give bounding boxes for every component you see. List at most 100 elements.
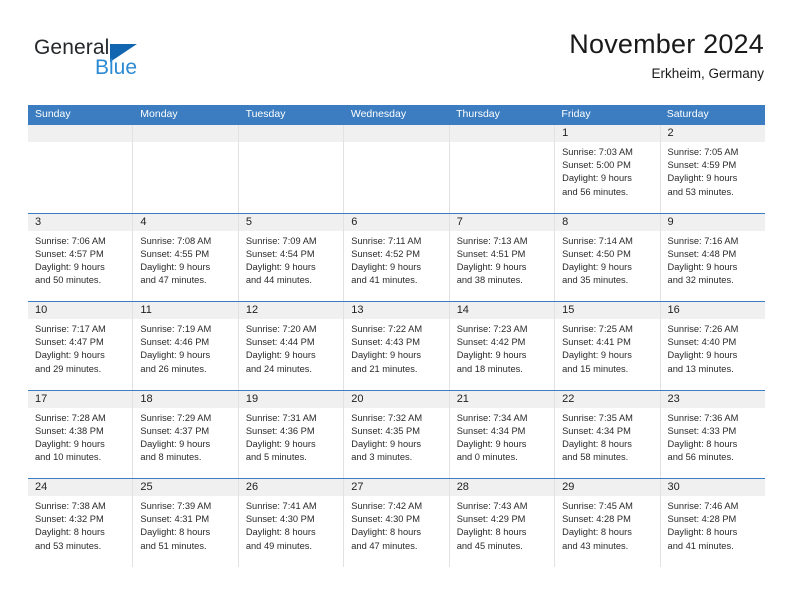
day-cell[interactable]: 30 Sunrise: 7:46 AM Sunset: 4:28 PM Dayligh…	[660, 479, 765, 567]
day-sun-info: Sunrise: 7:23 AM Sunset: 4:42 PM Daylight:…	[450, 319, 554, 376]
day-cell[interactable]: 3 Sunrise: 7:06 AM Sunset: 4:57 PM Daylight…	[28, 213, 134, 301]
daylight-duration-line1: Daylight: 9 hours	[667, 350, 738, 361]
daylight-duration-line1: Daylight: 8 hours	[35, 527, 105, 538]
day-cell[interactable]: 4 Sunrise: 7:08 AM Sunset: 4:55 PM Daylight…	[133, 213, 239, 301]
sunset-time: Sunset: 4:29 PM	[456, 514, 526, 525]
daylight-duration-line1: Daylight: 8 hours	[245, 527, 316, 538]
daylight-duration-line1: Daylight: 8 hours	[456, 527, 527, 538]
daylight-duration-line1: Daylight: 9 hours	[140, 350, 211, 361]
day-cell[interactable]: 26 Sunrise: 7:41 AM Sunset: 4:30 PM Dayligh…	[238, 479, 345, 567]
daylight-duration-line2: and 47 minutes.	[140, 275, 207, 286]
sunrise-time: Sunrise: 7:05 AM	[667, 147, 739, 157]
sunset-time: Sunset: 4:32 PM	[35, 514, 104, 525]
sunset-time: Sunset: 4:38 PM	[35, 425, 104, 436]
sunset-time: Sunset: 4:40 PM	[667, 337, 737, 348]
generalblue-logo[interactable]: General Blue	[34, 36, 194, 84]
day-number: 15	[555, 302, 660, 319]
day-cell[interactable]: 7 Sunrise: 7:13 AM Sunset: 4:51 PM Daylight…	[449, 213, 556, 301]
day-cell[interactable]: 22 Sunrise: 7:35 AM Sunset: 4:34 PM Dayligh…	[555, 390, 661, 478]
day-cell[interactable]: 27 Sunrise: 7:42 AM Sunset: 4:30 PM Dayligh…	[344, 479, 450, 567]
day-cell[interactable]: 29 Sunrise: 7:45 AM Sunset: 4:28 PM Dayligh…	[555, 479, 661, 567]
sunset-time: Sunset: 4:57 PM	[35, 248, 104, 259]
day-cell[interactable]: 18 Sunrise: 7:29 AM Sunset: 4:37 PM Dayligh…	[133, 390, 239, 478]
day-cell[interactable]: 19 Sunrise: 7:31 AM Sunset: 4:36 PM Dayligh…	[238, 390, 345, 478]
sunrise-time: Sunrise: 7:03 AM	[562, 147, 633, 157]
day-cell[interactable]: 16 Sunrise: 7:26 AM Sunset: 4:40 PM Dayligh…	[660, 302, 765, 390]
daylight-duration-line1: Daylight: 8 hours	[667, 438, 738, 449]
day-number: 24	[28, 479, 133, 496]
sunset-time: Sunset: 4:41 PM	[562, 337, 631, 348]
sunrise-time: Sunrise: 7:06 AM	[35, 235, 106, 246]
daylight-duration-line2: and 0 minutes.	[456, 452, 518, 463]
day-sun-info: Sunrise: 7:34 AM Sunset: 4:34 PM Daylight:…	[450, 408, 554, 465]
sunrise-time: Sunrise: 7:46 AM	[667, 501, 739, 511]
day-cell[interactable]: 6 Sunrise: 7:11 AM Sunset: 4:52 PM Daylight…	[344, 213, 450, 301]
day-number: 3	[28, 213, 133, 231]
day-cell[interactable]: 15 Sunrise: 7:25 AM Sunset: 4:41 PM Dayligh…	[555, 302, 661, 390]
daylight-duration-line2: and 45 minutes.	[456, 540, 523, 551]
sunrise-time: Sunrise: 7:29 AM	[140, 412, 212, 423]
day-sun-info: Sunrise: 7:17 AM Sunset: 4:47 PM Daylight:…	[28, 319, 132, 376]
day-number	[238, 125, 344, 142]
day-cell[interactable]: 9 Sunrise: 7:16 AM Sunset: 4:48 PM Daylight…	[660, 213, 765, 301]
day-number: 6	[344, 213, 449, 231]
daylight-duration-line1: Daylight: 9 hours	[562, 261, 632, 272]
daylight-duration-line2: and 32 minutes.	[667, 275, 734, 286]
day-cell[interactable]: 24 Sunrise: 7:38 AM Sunset: 4:32 PM Dayligh…	[28, 479, 134, 567]
day-cell[interactable]: 28 Sunrise: 7:43 AM Sunset: 4:29 PM Dayligh…	[449, 479, 556, 567]
day-number: 18	[133, 390, 238, 408]
sunrise-time: Sunrise: 7:38 AM	[35, 501, 106, 511]
sunset-time: Sunset: 4:34 PM	[456, 425, 526, 436]
daylight-duration-line2: and 8 minutes.	[140, 452, 202, 463]
daylight-duration-line1: Daylight: 9 hours	[245, 350, 316, 361]
day-cell[interactable]: 12 Sunrise: 7:20 AM Sunset: 4:44 PM Dayligh…	[238, 302, 345, 390]
day-cell[interactable]: 17 Sunrise: 7:28 AM Sunset: 4:38 PM Dayligh…	[28, 390, 134, 478]
daylight-duration-line2: and 13 minutes.	[667, 363, 734, 374]
day-cell[interactable]: 23 Sunrise: 7:36 AM Sunset: 4:33 PM Dayligh…	[660, 390, 765, 478]
day-cell-empty	[133, 125, 239, 213]
daylight-duration-line1: Daylight: 8 hours	[351, 527, 422, 538]
daylight-duration-line2: and 15 minutes.	[562, 363, 629, 374]
day-sun-info: Sunrise: 7:25 AM Sunset: 4:41 PM Daylight:…	[555, 319, 659, 376]
day-cell[interactable]: 10 Sunrise: 7:17 AM Sunset: 4:47 PM Dayligh…	[28, 302, 134, 390]
day-number: 7	[449, 213, 555, 231]
day-number: 9	[660, 213, 765, 231]
day-cell[interactable]: 13 Sunrise: 7:22 AM Sunset: 4:43 PM Dayligh…	[344, 302, 450, 390]
day-cell[interactable]: 14 Sunrise: 7:23 AM Sunset: 4:42 PM Dayligh…	[449, 302, 556, 390]
daylight-duration-line1: Daylight: 8 hours	[140, 527, 211, 538]
sunset-time: Sunset: 4:30 PM	[245, 514, 315, 525]
day-cell[interactable]: 2 Sunrise: 7:05 AM Sunset: 4:59 PM Daylight…	[660, 125, 765, 213]
sunset-time: Sunset: 4:35 PM	[351, 425, 420, 436]
day-cell[interactable]: 8 Sunrise: 7:14 AM Sunset: 4:50 PM Daylight…	[555, 213, 661, 301]
day-cell[interactable]: 25 Sunrise: 7:39 AM Sunset: 4:31 PM Dayligh…	[133, 479, 239, 567]
day-sun-info: Sunrise: 7:05 AM Sunset: 4:59 PM Daylight:…	[661, 142, 765, 199]
daylight-duration-line2: and 10 minutes.	[35, 452, 102, 463]
daylight-duration-line1: Daylight: 8 hours	[667, 527, 738, 538]
day-sun-info: Sunrise: 7:14 AM Sunset: 4:50 PM Daylight:…	[555, 231, 659, 288]
day-cell[interactable]: 5 Sunrise: 7:09 AM Sunset: 4:54 PM Daylight…	[238, 213, 345, 301]
day-cell[interactable]: 20 Sunrise: 7:32 AM Sunset: 4:35 PM Dayligh…	[344, 390, 450, 478]
day-cell[interactable]: 21 Sunrise: 7:34 AM Sunset: 4:34 PM Dayligh…	[449, 390, 556, 478]
sunrise-time: Sunrise: 7:35 AM	[562, 412, 633, 423]
weekday-header-thursday: Thursday	[456, 108, 500, 120]
day-cell[interactable]: 11 Sunrise: 7:19 AM Sunset: 4:46 PM Dayligh…	[133, 302, 239, 390]
sunset-time: Sunset: 4:33 PM	[667, 425, 737, 436]
sunrise-time: Sunrise: 7:43 AM	[456, 501, 528, 511]
day-sun-info: Sunrise: 7:09 AM Sunset: 4:54 PM Daylight:…	[239, 231, 343, 288]
page-header: General Blue November 2024 Erkheim, Germ…	[28, 28, 764, 96]
weekday-header-sunday: Sunday	[35, 108, 71, 120]
weekday-header-monday: Monday	[140, 108, 178, 120]
day-sun-info: Sunrise: 7:42 AM Sunset: 4:30 PM Daylight:…	[344, 496, 448, 553]
daylight-duration-line2: and 18 minutes.	[456, 363, 523, 374]
daylight-duration-line1: Daylight: 9 hours	[456, 438, 527, 449]
daylight-duration-line2: and 56 minutes.	[667, 452, 734, 463]
daylight-duration-line1: Daylight: 9 hours	[667, 261, 738, 272]
daylight-duration-line1: Daylight: 8 hours	[562, 438, 632, 449]
day-sun-info: Sunrise: 7:36 AM Sunset: 4:33 PM Daylight:…	[661, 408, 765, 465]
sunrise-time: Sunrise: 7:34 AM	[456, 412, 528, 423]
sunrise-time: Sunrise: 7:45 AM	[562, 501, 633, 511]
day-sun-info: Sunrise: 7:20 AM Sunset: 4:44 PM Daylight:…	[239, 319, 343, 376]
day-cell[interactable]: 1 Sunrise: 7:03 AM Sunset: 5:00 PM Daylight…	[555, 125, 661, 213]
day-number: 28	[449, 479, 555, 496]
calendar-week-row: 17 Sunrise: 7:28 AM Sunset: 4:38 PM Dayligh…	[28, 389, 765, 478]
